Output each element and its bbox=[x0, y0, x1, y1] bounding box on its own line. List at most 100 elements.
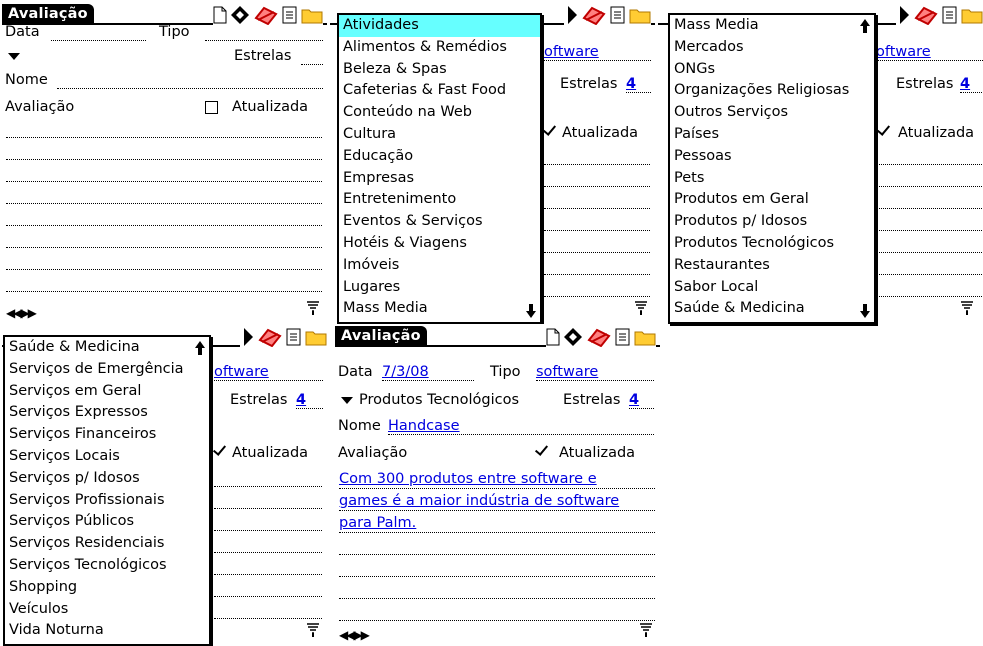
date-field[interactable] bbox=[51, 22, 146, 41]
date-field[interactable]: 7/3/08 bbox=[382, 362, 474, 381]
menu-item[interactable]: Saúde & Medicina bbox=[5, 337, 209, 359]
folder-icon[interactable] bbox=[961, 6, 983, 24]
notes-icon[interactable] bbox=[615, 328, 631, 346]
folder-icon[interactable] bbox=[629, 6, 651, 24]
menu-item[interactable]: ONGs bbox=[670, 59, 874, 81]
menu-item[interactable]: Cafeterias & Fast Food bbox=[339, 80, 540, 102]
menu-item[interactable]: Serviços de Emergência bbox=[5, 359, 209, 381]
category-picker[interactable] bbox=[8, 46, 26, 66]
updated-checkbox[interactable] bbox=[536, 447, 547, 458]
menu-item[interactable]: Pets bbox=[670, 168, 874, 190]
name-field[interactable]: Handcase bbox=[388, 416, 654, 435]
nav-arrows-icon[interactable]: ◀◀▶▶ bbox=[339, 628, 370, 642]
menu-item[interactable]: Vida Noturna bbox=[5, 620, 209, 642]
notes-icon[interactable] bbox=[610, 6, 626, 24]
menu-item[interactable]: Educação bbox=[339, 146, 540, 168]
type-field[interactable]: oftware bbox=[214, 362, 323, 381]
signal-icon bbox=[959, 300, 975, 320]
stars-field[interactable]: 4 bbox=[296, 390, 323, 409]
menu-item[interactable]: Saúde & Medicina bbox=[670, 298, 874, 320]
menu-item[interactable]: Imóveis bbox=[339, 255, 540, 277]
scroll-down-arrow-icon[interactable] bbox=[860, 304, 870, 318]
menu-item[interactable]: Produtos em Geral bbox=[670, 189, 874, 211]
notes-icon[interactable] bbox=[942, 6, 958, 24]
folder-icon[interactable] bbox=[305, 328, 327, 346]
category-menu-3[interactable]: Saúde & Medicina Serviços de Emergência … bbox=[3, 335, 211, 646]
type-label: Tipo bbox=[159, 24, 190, 40]
type-field[interactable]: oftware bbox=[544, 42, 651, 61]
type-field[interactable] bbox=[205, 22, 323, 41]
scroll-up-arrow-icon[interactable] bbox=[860, 19, 870, 33]
type-label: Tipo bbox=[490, 364, 521, 380]
menu-item[interactable]: Eventos & Serviços bbox=[339, 211, 540, 233]
menu-item[interactable]: Atividades bbox=[339, 15, 540, 37]
stars-label: Estrelas bbox=[563, 392, 621, 408]
stars-label: Estrelas bbox=[234, 48, 292, 64]
menu-item[interactable]: Beleza & Spas bbox=[339, 59, 540, 81]
nav-arrows-icon[interactable]: ◀◀▶▶ bbox=[6, 306, 37, 320]
stars-label: Estrelas bbox=[230, 392, 288, 408]
menu-item[interactable]: Outros Serviços bbox=[670, 102, 874, 124]
menu-item[interactable]: Cultura bbox=[339, 124, 540, 146]
menu-item[interactable]: Serviços p/ Idosos bbox=[5, 468, 209, 490]
menu-item[interactable]: Lugares bbox=[339, 277, 540, 299]
menu-item[interactable]: Sabor Local bbox=[670, 277, 874, 299]
stars-field[interactable]: 4 bbox=[626, 74, 651, 93]
menu-item[interactable]: Pessoas bbox=[670, 146, 874, 168]
menu-item[interactable]: Mercados bbox=[670, 37, 874, 59]
menu-item[interactable]: Serviços Tecnológicos bbox=[5, 555, 209, 577]
menu-item[interactable]: Conteúdo na Web bbox=[339, 102, 540, 124]
category-picker[interactable]: Produtos Tecnológicos bbox=[341, 390, 519, 410]
menu-item[interactable]: Serviços Expressos bbox=[5, 402, 209, 424]
stars-label: Estrelas bbox=[896, 76, 954, 92]
menu-item[interactable]: Serviços Profissionais bbox=[5, 490, 209, 512]
delete-eraser-icon[interactable] bbox=[913, 5, 939, 25]
name-field[interactable] bbox=[57, 70, 323, 89]
updated-checkbox[interactable] bbox=[214, 447, 225, 458]
navigation-diamond-icon[interactable] bbox=[896, 5, 910, 25]
updated-checkbox[interactable] bbox=[544, 127, 555, 138]
menu-item[interactable]: Países bbox=[670, 124, 874, 146]
scroll-up-arrow-icon[interactable] bbox=[195, 341, 205, 355]
stars-field[interactable]: 4 bbox=[960, 74, 982, 93]
delete-eraser-icon[interactable] bbox=[586, 327, 612, 347]
new-document-icon[interactable] bbox=[546, 328, 560, 346]
menu-item[interactable]: Serviços Financeiros bbox=[5, 424, 209, 446]
menu-item[interactable]: Produtos p/ Idosos bbox=[670, 211, 874, 233]
menu-item[interactable]: Serviços Locais bbox=[5, 446, 209, 468]
type-field[interactable]: oftware bbox=[876, 42, 983, 61]
navigation-diamond-icon[interactable] bbox=[564, 5, 578, 25]
menu-item[interactable]: Produtos Tecnológicos bbox=[670, 233, 874, 255]
menu-item[interactable]: Shopping bbox=[5, 577, 209, 599]
menu-item[interactable]: Hotéis & Viagens bbox=[339, 233, 540, 255]
updated-checkbox[interactable] bbox=[205, 101, 218, 114]
stars-field[interactable] bbox=[301, 46, 323, 65]
menu-item[interactable]: Alimentos & Remédios bbox=[339, 37, 540, 59]
notes-icon[interactable] bbox=[286, 328, 302, 346]
menu-item[interactable]: Empresas bbox=[339, 168, 540, 190]
navigation-diamond-icon[interactable] bbox=[563, 327, 583, 347]
screen-blank-form: Avaliação Data Tipo Estrelas Nome Avalia… bbox=[2, 2, 327, 322]
menu-item[interactable]: Serviços Públicos bbox=[5, 511, 209, 533]
updated-label: Atualizada bbox=[562, 125, 639, 141]
category-menu-1[interactable]: Atividades Alimentos & Remédios Beleza &… bbox=[337, 13, 542, 324]
memo-area[interactable]: Com 300 produtos entre software e games … bbox=[339, 468, 655, 534]
menu-item[interactable]: Serviços Residenciais bbox=[5, 533, 209, 555]
updated-checkbox[interactable] bbox=[878, 127, 889, 138]
delete-eraser-icon[interactable] bbox=[581, 5, 607, 25]
delete-eraser-icon[interactable] bbox=[257, 327, 283, 347]
menu-item[interactable]: Entretenimento bbox=[339, 189, 540, 211]
type-field[interactable]: software bbox=[536, 362, 654, 381]
menu-item[interactable]: Mass Media bbox=[670, 15, 874, 37]
updated-label: Atualizada bbox=[232, 445, 309, 461]
navigation-diamond-icon[interactable] bbox=[240, 327, 254, 347]
folder-icon[interactable] bbox=[634, 328, 656, 346]
stars-field[interactable]: 4 bbox=[629, 390, 654, 409]
menu-item[interactable]: Mass Media bbox=[339, 298, 540, 320]
menu-item[interactable]: Veículos bbox=[5, 599, 209, 621]
menu-item[interactable]: Restaurantes bbox=[670, 255, 874, 277]
scroll-down-arrow-icon[interactable] bbox=[526, 304, 536, 318]
category-menu-2[interactable]: Mass Media Mercados ONGs Organizações Re… bbox=[668, 13, 876, 324]
menu-item[interactable]: Serviços em Geral bbox=[5, 381, 209, 403]
menu-item[interactable]: Organizações Religiosas bbox=[670, 80, 874, 102]
